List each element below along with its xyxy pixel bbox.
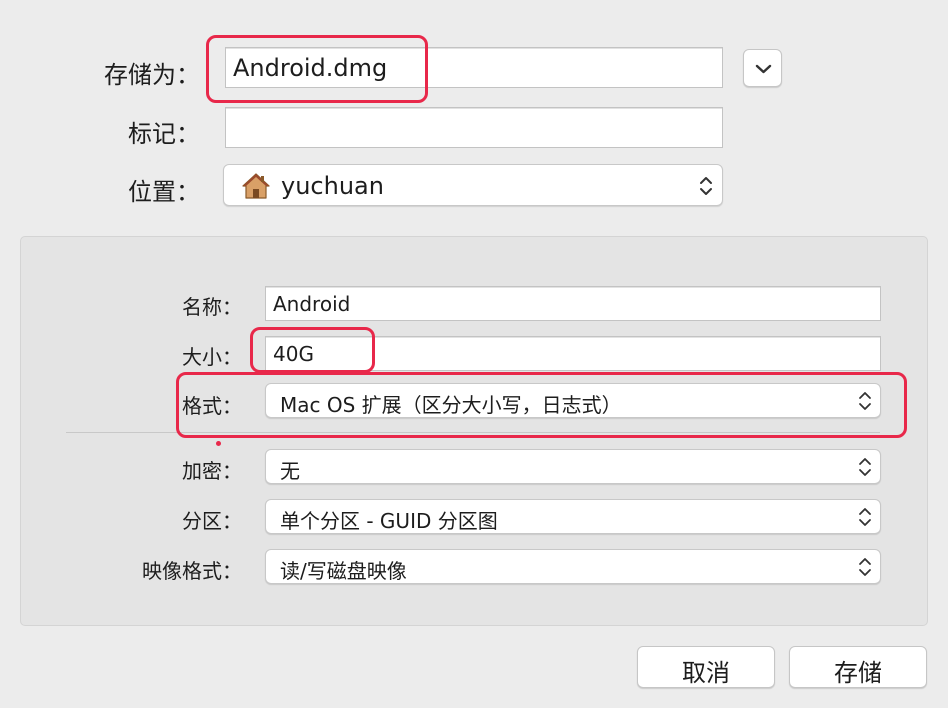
updown-chevron-icon bbox=[859, 508, 871, 526]
save-button-label: 存储 bbox=[834, 659, 882, 687]
encryption-label: 加密： bbox=[182, 459, 242, 483]
image-format-value: 读/写磁盘映像 bbox=[280, 559, 407, 583]
image-format-label: 映像格式： bbox=[142, 559, 242, 583]
location-label: 位置： bbox=[128, 178, 200, 206]
updown-chevron-icon bbox=[859, 458, 871, 476]
encryption-popup[interactable]: 无 bbox=[265, 449, 881, 484]
updown-chevron-icon bbox=[859, 558, 871, 576]
annotation-dot bbox=[216, 441, 221, 446]
format-value: Mac OS 扩展（区分大小写，日志式） bbox=[280, 393, 622, 417]
size-label: 大小： bbox=[182, 345, 242, 369]
tags-label: 标记： bbox=[128, 120, 200, 148]
expand-dialog-button[interactable] bbox=[743, 49, 782, 87]
encryption-value: 无 bbox=[280, 459, 300, 483]
image-format-popup[interactable]: 读/写磁盘映像 bbox=[265, 549, 881, 584]
name-label: 名称： bbox=[182, 295, 242, 319]
save-as-value: Android.dmg bbox=[233, 54, 388, 82]
partitions-popup[interactable]: 单个分区 - GUID 分区图 bbox=[265, 499, 881, 534]
name-input[interactable]: Android bbox=[265, 286, 881, 321]
panel-divider bbox=[66, 432, 880, 433]
partitions-label: 分区： bbox=[182, 509, 242, 533]
save-button[interactable]: 存储 bbox=[789, 646, 927, 688]
save-as-input[interactable]: Android.dmg bbox=[225, 47, 723, 88]
format-label: 格式： bbox=[182, 394, 242, 418]
tags-input[interactable] bbox=[225, 107, 723, 148]
location-value: yuchuan bbox=[281, 172, 384, 200]
size-value: 40G bbox=[273, 342, 314, 366]
chevron-down-icon bbox=[755, 64, 772, 74]
updown-chevron-icon bbox=[700, 177, 712, 195]
cancel-button[interactable]: 取消 bbox=[637, 646, 775, 688]
partitions-value: 单个分区 - GUID 分区图 bbox=[280, 509, 498, 533]
cancel-button-label: 取消 bbox=[682, 659, 730, 687]
format-popup[interactable]: Mac OS 扩展（区分大小写，日志式） bbox=[265, 383, 881, 418]
location-popup[interactable]: yuchuan bbox=[223, 164, 723, 206]
home-icon bbox=[242, 173, 270, 199]
updown-chevron-icon bbox=[859, 392, 871, 410]
save-as-label: 存储为： bbox=[104, 61, 200, 89]
name-value: Android bbox=[273, 292, 351, 316]
size-input[interactable]: 40G bbox=[265, 336, 881, 371]
